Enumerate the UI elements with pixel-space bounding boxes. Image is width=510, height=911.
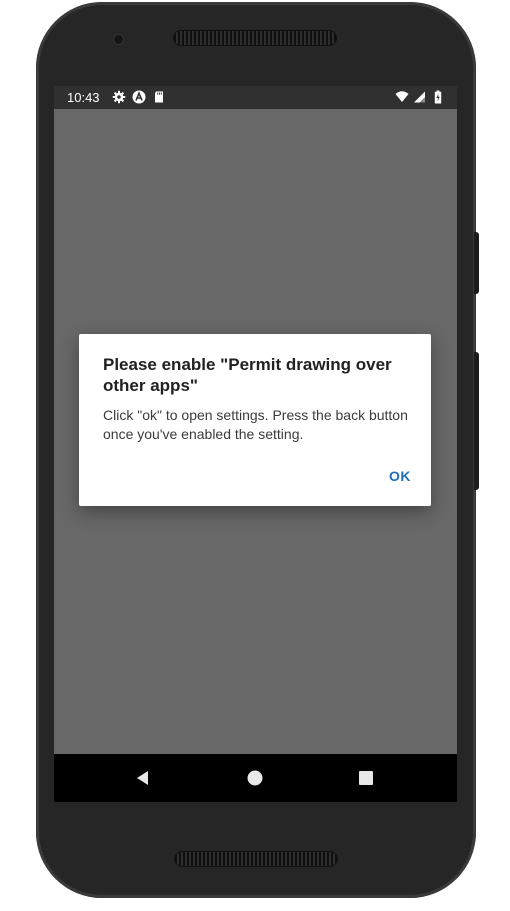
earpiece-speaker [174,31,336,45]
front-camera [114,35,123,44]
status-left-icons [112,90,166,104]
battery-charging-icon [434,90,442,104]
dialog-message: Click "ok" to open settings. Press the b… [103,407,408,442]
status-right-icons [395,90,445,104]
dialog-title: Please enable "Permit drawing over other… [103,355,392,395]
home-icon[interactable] [245,768,265,788]
ok-button[interactable]: OK [389,468,411,484]
navigation-bar [54,754,457,802]
screen: 10:43 Please enable "Permit drawing over… [54,86,457,802]
gear-icon [112,90,126,104]
a-circle-icon [132,90,146,104]
wifi-icon [395,91,409,102]
back-icon[interactable] [133,768,153,788]
volume-button [474,352,479,490]
recents-icon[interactable] [356,768,376,788]
signal-icon [414,91,425,103]
sd-card-icon [155,91,163,103]
power-button [474,232,479,294]
permission-dialog: Please enable "Permit drawing over other… [79,334,431,506]
status-time: 10:43 [67,90,100,105]
status-bar: 10:43 [54,86,457,109]
bottom-speaker [175,852,337,866]
